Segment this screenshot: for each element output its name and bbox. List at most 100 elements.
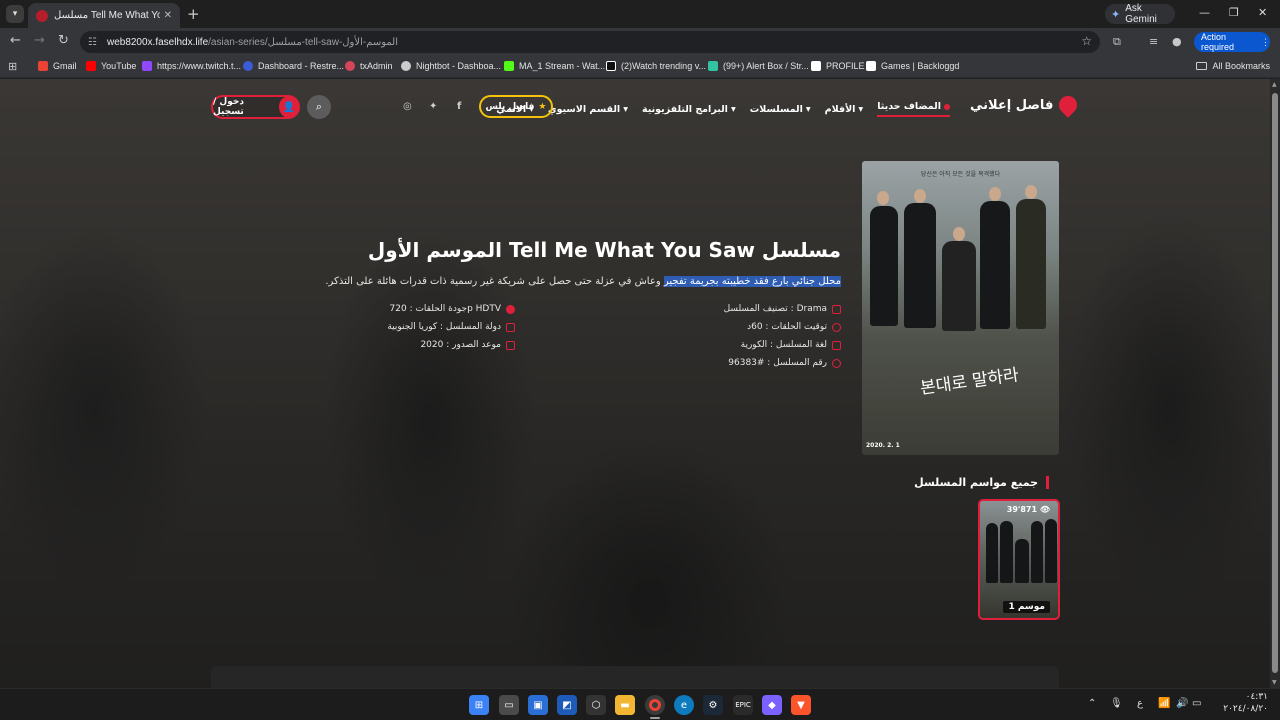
bookmark-youtube[interactable]: YouTube (86, 61, 136, 71)
file-explorer-icon[interactable]: ▬ (615, 695, 635, 715)
main-menu: المضاف حديثا الأفلام ▾ المسلسلات ▾ البرامج… (496, 101, 950, 117)
tab-strip: ▾ مسلسل Tell Me What You Saw ✕ + ✦ Ask G… (0, 0, 1280, 28)
fasel-plus-button[interactable]: فاصل بلس ★ (479, 95, 553, 118)
gmail-icon (38, 61, 48, 71)
login-register-button[interactable]: دخول / تسجيل 👤 (211, 95, 300, 119)
maximize-button[interactable]: ❐ (1229, 6, 1239, 19)
site-logo[interactable]: فاصل إعلاني (970, 92, 1082, 118)
play-icon (506, 304, 515, 314)
bookmark-backloggd[interactable]: Games | Backloggd (866, 61, 959, 71)
task-view-icon[interactable]: ▭ (499, 695, 519, 715)
info-duration: توقيت الحلقات : 60د (747, 322, 841, 332)
epic-games-icon[interactable]: EPIC (733, 695, 753, 715)
info-number: رقم المسلسل : #96383 (728, 358, 841, 368)
poster-tagline: 당신은 아직 모든 것을 목격했다 (920, 171, 1001, 178)
apps-grid-icon[interactable]: ⊞ (8, 60, 17, 73)
chrome-icon[interactable] (645, 695, 665, 715)
keyboard-language[interactable]: ع (1137, 698, 1143, 709)
instagram-icon[interactable]: ◎ (403, 101, 412, 112)
extensions-icon[interactable]: ⧉ (1113, 35, 1121, 49)
facebook-icon[interactable]: f (457, 101, 461, 112)
settings-hex-icon[interactable]: ⬡ (586, 695, 606, 715)
tray-overflow-icon[interactable]: ⌃ (1088, 698, 1096, 709)
start-menu-icon[interactable]: ⊞ (469, 695, 489, 715)
windows-taskbar: ⊞ ▭ ▣ ◩ ⬡ ▬ e ⚙ EPIC ◆ ▼ ⌃ 🎙 ع 📶 🔊 ▭ ٠٤:… (0, 688, 1280, 720)
close-window-button[interactable]: ✕ (1258, 6, 1267, 19)
reload-button[interactable]: ↻ (58, 33, 69, 48)
chevron-down-icon: ▾ (623, 103, 628, 115)
search-icon: ⌕ (315, 100, 323, 113)
action-required-button[interactable]: Action required ⋮ (1194, 32, 1270, 52)
tab-search-button[interactable]: ▾ (6, 5, 24, 23)
menu-item-series[interactable]: المسلسلات ▾ (750, 101, 811, 117)
site-favicon-icon (36, 9, 48, 22)
forward-button[interactable]: → (34, 33, 45, 48)
site-info-icon[interactable]: ☷ (88, 37, 97, 48)
volume-icon[interactable]: 🔊 (1176, 698, 1188, 709)
browser-tab[interactable]: مسلسل Tell Me What You Saw ✕ (28, 3, 180, 28)
star-icon: ★ (538, 101, 547, 112)
page-scrollbar[interactable]: ▲ ▼ (1270, 79, 1280, 688)
info-genre: تصنيف المسلسل : Drama (724, 304, 841, 314)
search-button[interactable]: ⌕ (307, 95, 331, 119)
season-card[interactable]: 39'871 👁 موسم 1 (978, 499, 1060, 620)
streamlabs-icon (708, 61, 718, 71)
user-icon: 👤 (278, 96, 299, 118)
bookmark-tiktok[interactable]: (2)Watch trending v... (606, 61, 706, 71)
bookmark-gmail[interactable]: Gmail (38, 61, 77, 71)
bookmark-star-icon[interactable]: ☆ (1081, 34, 1092, 48)
edge-icon[interactable]: e (674, 695, 694, 715)
twitter-icon[interactable]: ✦ (429, 101, 437, 112)
season-views: 39'871 👁 (1006, 505, 1050, 514)
scroll-up-icon[interactable]: ▲ (1272, 81, 1277, 88)
more-menu-icon[interactable]: ⋮ (1261, 37, 1270, 48)
episodes-panel (211, 666, 1059, 688)
clock-time: ٠٤:٣١ (1245, 692, 1268, 702)
media-icon[interactable]: ≡ (1149, 35, 1158, 48)
nightbot-icon (401, 61, 411, 71)
restream-icon (243, 61, 253, 71)
menu-item-recent[interactable]: المضاف حديثا (877, 101, 950, 117)
bookmark-kick[interactable]: MA_1 Stream - Wat... (504, 61, 605, 71)
tab-title: مسلسل Tell Me What You Saw (54, 10, 160, 21)
tab-close-icon[interactable]: ✕ (164, 10, 172, 21)
profile-avatar-icon[interactable]: ● (1172, 35, 1182, 48)
url-host: web8200x.faselhdx.life (106, 36, 209, 48)
menu-item-asian[interactable]: القسم الاسيوي ▾ (548, 101, 628, 117)
app-icon[interactable]: ◩ (557, 695, 577, 715)
new-tab-button[interactable]: + (187, 5, 200, 23)
series-poster: 당신은 아직 모든 것을 목격했다 본대로 말하라 2020. 2. 1 (862, 161, 1059, 455)
chevron-down-icon: ▾ (805, 103, 811, 115)
wifi-icon[interactable]: 📶 (1158, 698, 1170, 709)
kick-icon (504, 61, 514, 71)
address-bar[interactable]: ☷ web8200x.faselhdx.life /asian-series/م… (80, 31, 1100, 53)
minimize-button[interactable]: — (1199, 6, 1210, 19)
steam-icon[interactable]: ⚙ (703, 695, 723, 715)
menu-item-movies[interactable]: الأفلام ▾ (825, 101, 864, 117)
action-required-label: Action required (1201, 32, 1235, 52)
series-description: محلل جنائي بارع فقد خطيبته بجريمة تفجير … (325, 276, 841, 287)
brave-icon[interactable]: ▼ (791, 695, 811, 715)
menu-item-tv-shows[interactable]: البرامج التلفزيونية ▾ (642, 101, 736, 117)
controller-icon[interactable]: ◆ (762, 695, 782, 715)
all-bookmarks-button[interactable]: All Bookmarks (1196, 61, 1270, 71)
bookmark-nightbot[interactable]: Nightbot - Dashboa... (401, 61, 501, 71)
microphone-icon[interactable]: 🎙 (1110, 698, 1123, 709)
ask-gemini-button[interactable]: ✦ Ask Gemini (1105, 3, 1175, 25)
ask-gemini-label: Ask Gemini (1125, 3, 1157, 25)
youtube-icon (86, 61, 96, 71)
bookmark-streamlabs[interactable]: (99+) Alert Box / Str... (708, 61, 809, 71)
scroll-down-icon[interactable]: ▼ (1272, 679, 1277, 686)
bookmark-txadmin[interactable]: txAdmin (345, 61, 393, 71)
clock-icon (832, 322, 841, 332)
back-button[interactable]: ← (10, 33, 21, 48)
eye-icon: 👁 (1039, 505, 1050, 514)
bookmark-twitch[interactable]: https://www.twitch.t... (142, 61, 241, 71)
system-clock[interactable]: ٠٤:٣١ ٢٠٢٤/٠٨/٢٠ (1223, 692, 1268, 715)
poster-date: 2020. 2. 1 (866, 442, 900, 449)
battery-icon[interactable]: ▭ (1192, 698, 1201, 709)
scrollbar-thumb[interactable] (1272, 93, 1278, 673)
store-icon[interactable]: ▣ (528, 695, 548, 715)
bookmark-profile[interactable]: PROFILE (811, 61, 865, 71)
bookmark-restream[interactable]: Dashboard - Restre... (243, 61, 344, 71)
